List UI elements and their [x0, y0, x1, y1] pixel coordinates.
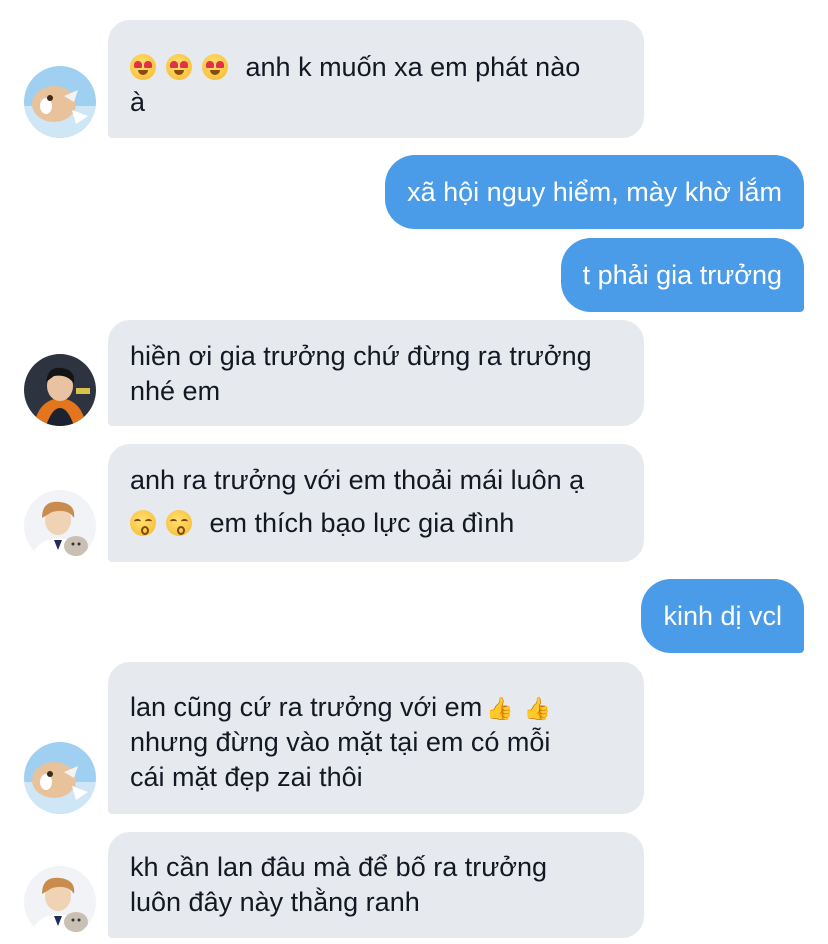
message-text: hiền ơi gia trưởng chứ đừng ra trưởng	[130, 341, 592, 371]
heart-eyes-emoji-icon	[166, 54, 192, 80]
message-line: anh k muốn xa em phát nào	[130, 50, 622, 85]
boy-with-cat-avatar[interactable]	[24, 866, 96, 938]
message-text: cái mặt đẹp zai thôi	[130, 762, 363, 792]
thumbs-up-emoji-icon: 👍	[523, 696, 551, 721]
message-text: nhé em	[130, 376, 221, 406]
message-text: anh ra trưởng với em thoải mái luôn ạ	[130, 465, 585, 495]
incoming-message-bubble[interactable]: hiền ơi gia trưởng chứ đừng ra trưởng nh…	[108, 320, 644, 426]
message-text: xã hội nguy hiểm, mày khờ lắm	[407, 177, 782, 207]
heart-eyes-emoji-icon	[130, 54, 156, 80]
thumbs-up-emoji-icon: 👍	[486, 696, 514, 721]
incoming-message-bubble[interactable]: kh cần lan đâu mà để bố ra trưởng luôn đ…	[108, 832, 644, 938]
message-line: lan cũng cứ ra trưởng với em 👍 👍	[130, 690, 622, 725]
message-text: à	[130, 87, 146, 117]
boy-avatar[interactable]	[24, 354, 96, 426]
outgoing-message-bubble[interactable]: kinh dị vcl	[641, 579, 804, 653]
message-text: kinh dị vcl	[663, 601, 782, 631]
message-text: kh cần lan đâu mà để bố ra trưởng	[130, 852, 548, 882]
message-text: luôn đây này thằng ranh	[130, 887, 420, 917]
kissing-face-emoji-icon	[130, 510, 156, 536]
outgoing-message-bubble[interactable]: xã hội nguy hiểm, mày khờ lắm	[385, 155, 804, 229]
message-text: anh k muốn xa em phát nào	[245, 52, 581, 82]
boy-with-cat-avatar[interactable]	[24, 490, 96, 562]
message-text: nhưng đừng vào mặt tại em có mỗi	[130, 727, 551, 757]
message-text: em thích bạo lực gia đình	[209, 508, 515, 538]
message-line: em thích bạo lực gia đình	[130, 506, 622, 541]
message-text: lan cũng cứ ra trưởng với em	[130, 692, 483, 722]
message-text: t phải gia trưởng	[582, 260, 782, 290]
outgoing-message-bubble[interactable]: t phải gia trưởng	[560, 238, 804, 312]
heart-eyes-emoji-icon	[202, 54, 228, 80]
incoming-message-bubble[interactable]: anh k muốn xa em phát nào à	[108, 20, 644, 138]
cat-avatar[interactable]	[24, 66, 96, 138]
cat-avatar[interactable]	[24, 742, 96, 814]
incoming-message-bubble[interactable]: anh ra trưởng với em thoải mái luôn ạ em…	[108, 444, 644, 562]
kissing-face-emoji-icon	[166, 510, 192, 536]
incoming-message-bubble[interactable]: lan cũng cứ ra trưởng với em 👍 👍 nhưng đừn…	[108, 662, 644, 814]
